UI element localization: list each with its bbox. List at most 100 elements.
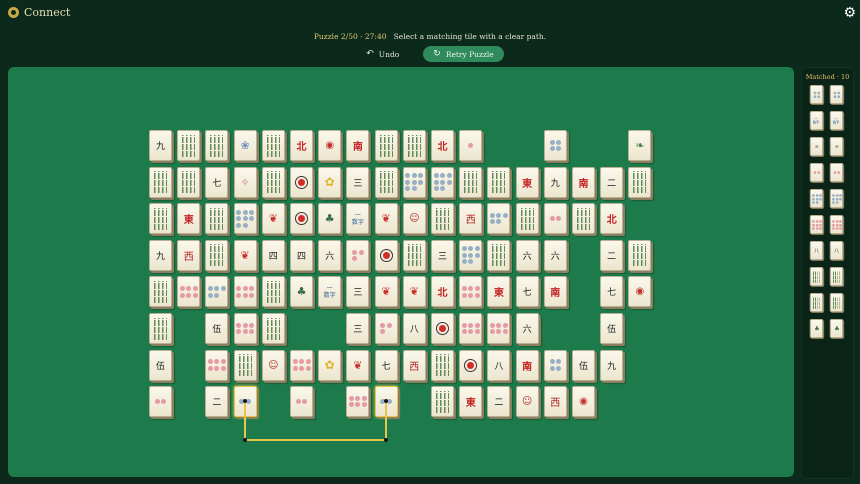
mahjong-tile[interactable] [233, 276, 257, 308]
mahjong-tile[interactable] [628, 166, 652, 198]
mahjong-tile[interactable]: 南 [543, 276, 567, 308]
app-logo[interactable]: Connect [8, 6, 70, 19]
mahjong-tile[interactable]: 九 [600, 349, 624, 381]
mahjong-tile[interactable]: 三 [346, 166, 370, 198]
mahjong-tile[interactable]: 三 [346, 313, 370, 344]
mahjong-tile[interactable]: ❦ [402, 276, 426, 308]
mahjong-tile[interactable]: ❧ [628, 130, 652, 161]
mahjong-tile[interactable] [149, 166, 172, 198]
mahjong-tile[interactable]: ❦ [374, 203, 398, 235]
mahjong-tile[interactable]: 東 [515, 166, 539, 198]
mahjong-tile[interactable] [290, 203, 313, 235]
mahjong-tile[interactable]: ☺ [261, 349, 285, 381]
mahjong-tile[interactable] [459, 349, 483, 381]
mahjong-tile[interactable] [149, 276, 172, 308]
mahjong-tile[interactable]: 南 [515, 349, 539, 381]
mahjong-tile[interactable]: 六 [543, 239, 567, 271]
mahjong-tile[interactable] [205, 276, 229, 308]
mahjong-tile[interactable] [543, 203, 567, 235]
mahjong-tile[interactable]: 伍 [205, 313, 229, 344]
mahjong-tile[interactable]: 七 [205, 166, 229, 198]
mahjong-tile[interactable]: 北 [431, 276, 454, 308]
mahjong-tile[interactable]: 二 [487, 386, 511, 418]
mahjong-tile[interactable] [177, 166, 201, 198]
mahjong-tile[interactable] [177, 276, 201, 308]
mahjong-tile[interactable]: 六 [318, 239, 342, 271]
mahjong-tile[interactable] [431, 349, 454, 381]
mahjong-tile[interactable]: 東 [487, 276, 511, 308]
mahjong-tile[interactable] [572, 203, 595, 235]
mahjong-tile[interactable] [149, 386, 172, 418]
mahjong-tile[interactable]: ◉ [318, 130, 342, 161]
mahjong-tile[interactable] [459, 313, 483, 344]
mahjong-tile[interactable]: 東 [459, 386, 483, 418]
mahjong-tile[interactable] [290, 386, 313, 418]
mahjong-tile[interactable] [149, 203, 172, 235]
mahjong-tile[interactable]: ❦ [374, 276, 398, 308]
mahjong-tile[interactable]: 東 [177, 203, 201, 235]
mahjong-tile[interactable] [374, 313, 398, 344]
mahjong-tile[interactable]: ✧ [233, 166, 257, 198]
mahjong-tile[interactable]: 九 [543, 166, 567, 198]
mahjong-tile[interactable]: 六 [515, 313, 539, 344]
mahjong-tile[interactable] [431, 386, 454, 418]
mahjong-tile[interactable] [487, 203, 511, 235]
mahjong-tile[interactable] [205, 239, 229, 271]
mahjong-tile[interactable]: ◉ [572, 386, 595, 418]
mahjong-tile[interactable] [459, 166, 483, 198]
mahjong-tile[interactable] [205, 349, 229, 381]
mahjong-tile[interactable]: 一数字 [318, 276, 342, 308]
mahjong-tile[interactable]: 北 [431, 130, 454, 161]
mahjong-tile[interactable] [431, 203, 454, 235]
mahjong-tile[interactable] [374, 130, 398, 161]
mahjong-tile[interactable]: 伍 [600, 313, 624, 344]
mahjong-tile[interactable] [459, 130, 483, 161]
mahjong-tile[interactable] [402, 130, 426, 161]
mahjong-tile[interactable] [431, 313, 454, 344]
mahjong-tile[interactable]: 四 [290, 239, 313, 271]
mahjong-tile[interactable]: 一数字 [346, 203, 370, 235]
mahjong-tile[interactable] [290, 349, 313, 381]
mahjong-tile[interactable] [374, 166, 398, 198]
mahjong-tile[interactable]: 七 [600, 276, 624, 308]
mahjong-tile[interactable]: 西 [177, 239, 201, 271]
mahjong-tile[interactable]: 二 [205, 386, 229, 418]
mahjong-tile[interactable] [149, 313, 172, 344]
mahjong-tile[interactable]: 南 [572, 166, 595, 198]
mahjong-tile[interactable]: 四 [261, 239, 285, 271]
mahjong-tile[interactable]: ◉ [628, 276, 652, 308]
mahjong-tile[interactable] [459, 239, 483, 271]
mahjong-tile[interactable]: 西 [402, 349, 426, 381]
mahjong-tile[interactable] [487, 239, 511, 271]
mahjong-tile[interactable] [487, 166, 511, 198]
mahjong-tile[interactable] [374, 239, 398, 271]
mahjong-tile[interactable] [402, 239, 426, 271]
mahjong-tile[interactable]: ☺ [402, 203, 426, 235]
mahjong-tile[interactable]: 伍 [149, 349, 172, 381]
mahjong-tile[interactable]: 二 [600, 239, 624, 271]
mahjong-tile[interactable]: 西 [543, 386, 567, 418]
mahjong-tile[interactable] [459, 276, 483, 308]
mahjong-tile[interactable] [290, 166, 313, 198]
gear-icon[interactable]: ⚙ [843, 5, 856, 21]
mahjong-tile[interactable]: 北 [600, 203, 624, 235]
mahjong-tile[interactable] [346, 239, 370, 271]
mahjong-tile[interactable] [205, 203, 229, 235]
mahjong-tile[interactable]: 八 [402, 313, 426, 344]
mahjong-tile[interactable]: 北 [290, 130, 313, 161]
mahjong-tile[interactable]: 南 [346, 130, 370, 161]
mahjong-tile[interactable]: 三 [431, 239, 454, 271]
mahjong-tile[interactable]: ♣ [318, 203, 342, 235]
mahjong-tile[interactable]: ❦ [346, 349, 370, 381]
mahjong-tile[interactable] [402, 166, 426, 198]
mahjong-tile[interactable]: ❦ [233, 239, 257, 271]
mahjong-tile[interactable]: 伍 [572, 349, 595, 381]
mahjong-tile[interactable]: 七 [374, 349, 398, 381]
mahjong-tile[interactable] [261, 276, 285, 308]
mahjong-tile[interactable]: ✿ [318, 349, 342, 381]
mahjong-tile[interactable]: 九 [149, 130, 172, 161]
mahjong-tile[interactable] [261, 166, 285, 198]
mahjong-tile[interactable]: ❦ [261, 203, 285, 235]
mahjong-tile[interactable]: ♣ [290, 276, 313, 308]
mahjong-tile[interactable] [233, 349, 257, 381]
